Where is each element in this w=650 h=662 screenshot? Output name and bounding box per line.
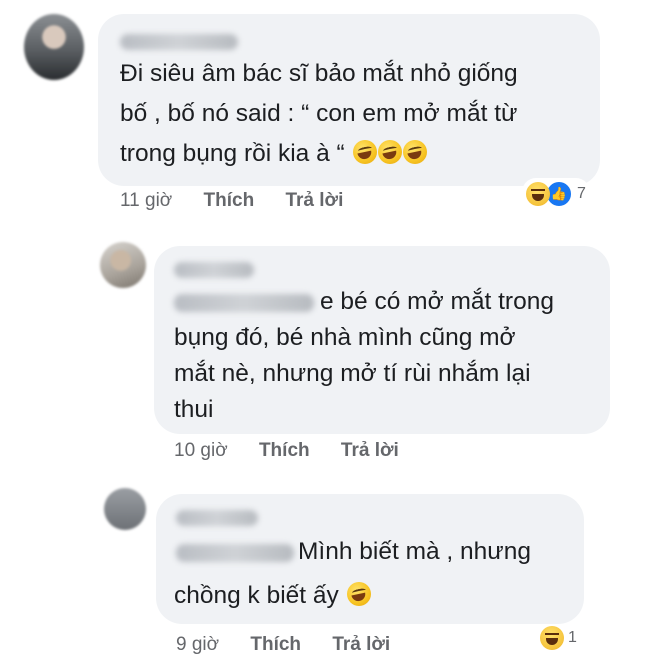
avatar[interactable] [104,488,146,530]
comment-time[interactable]: 9 giờ [176,634,219,655]
like-button[interactable]: Thích [259,440,310,461]
reply-button[interactable]: Trả lời [341,440,399,461]
comment-line: Đi siêu âm bác sĩ bảo mắt nhỏ giống [120,60,518,87]
comment-line: mắt nè, nhưng mở tí rùi nhắm lại [174,360,531,387]
comment-meta: 11 giờ Thích Trả lời [120,190,343,212]
comment-line-text: chồng k biết ấy [174,582,339,609]
reaction-count: 7 [577,185,586,202]
haha-icon [526,182,550,206]
rofl-emoji-icon [402,140,427,164]
comment-time[interactable]: 11 giờ [120,190,172,211]
avatar[interactable] [24,14,84,80]
rofl-emoji-icon [352,140,377,164]
comment-time[interactable]: 10 giờ [174,440,228,461]
rofl-emoji-icon [346,582,371,606]
reaction-count: 1 [568,629,577,646]
comment-line-with-emoji: trong bụng rồi kia à “ [120,136,427,172]
blurred-author-name [174,262,254,278]
comment-meta: 9 giờ Thích Trả lời [176,634,390,656]
comment-line: bố , bố nó said : “ con em mở mắt từ [120,100,518,127]
blurred-author-name [120,34,238,50]
reply-button[interactable]: Trả lời [285,190,343,211]
comment-line: e bé có mở mắt trong [320,288,554,315]
comment-line: Mình biết mà , nhưng [298,538,531,565]
comment-line: bụng đó, bé nhà mình cũng mở [174,324,516,351]
reply-button[interactable]: Trả lời [332,634,390,655]
comment-meta: 10 giờ Thích Trả lời [174,440,399,462]
blurred-author-name [176,510,258,526]
comment-bubble: e bé có mở mắt trong bụng đó, bé nhà mìn… [154,246,610,434]
reaction-summary[interactable]: 👍 7 [522,178,590,210]
like-button[interactable]: Thích [250,634,301,655]
blurred-mention [174,294,314,312]
comment-bubble: Mình biết mà , nhưng chồng k biết ấy [156,494,584,624]
reaction-summary[interactable]: 1 [536,624,581,652]
comment-line-with-emoji: chồng k biết ấy [174,578,371,614]
comment-line: thui [174,396,214,423]
rofl-emoji-icon [377,140,402,164]
comment-line-text: trong bụng rồi kia à “ [120,140,345,167]
comment-bubble: Đi siêu âm bác sĩ bảo mắt nhỏ giống bố ,… [98,14,600,186]
avatar[interactable] [100,242,146,288]
haha-icon [540,626,564,650]
like-button[interactable]: Thích [204,190,255,211]
blurred-mention [176,544,294,562]
